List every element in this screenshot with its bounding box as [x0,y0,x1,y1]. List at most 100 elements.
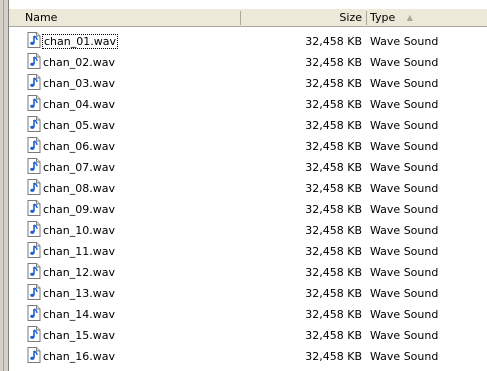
file-size: 32,458 KB [305,329,362,342]
file-type: Wave Sound [370,308,439,321]
file-size: 32,458 KB [305,161,362,174]
file-size: 32,458 KB [305,35,362,48]
file-row[interactable]: chan_15.wav 32,458 KB Wave Sound [9,325,487,346]
file-size: 32,458 KB [305,182,362,195]
file-row[interactable]: chan_14.wav 32,458 KB Wave Sound [9,304,487,325]
file-size: 32,458 KB [305,98,362,111]
file-size: 32,458 KB [305,308,362,321]
file-row[interactable]: chan_09.wav 32,458 KB Wave Sound [9,199,487,220]
wave-sound-file-icon [27,32,41,48]
file-row[interactable]: chan_12.wav 32,458 KB Wave Sound [9,262,487,283]
file-type: Wave Sound [370,287,439,300]
file-name-cell[interactable]: chan_02.wav [27,52,115,73]
file-name: chan_06.wav [43,140,115,153]
file-row[interactable]: chan_07.wav 32,458 KB Wave Sound [9,157,487,178]
file-type: Wave Sound [370,329,439,342]
column-header-bar: Name Size Type ▲ [9,8,487,27]
file-type: Wave Sound [370,56,439,69]
wave-sound-file-icon [27,74,41,90]
file-rows: chan_01.wav 32,458 KB Wave Sound chan_02.wa… [9,31,487,367]
file-name: chan_14.wav [43,308,115,321]
file-type: Wave Sound [370,161,439,174]
file-name: chan_09.wav [43,203,115,216]
file-row[interactable]: chan_01.wav 32,458 KB Wave Sound [9,31,487,52]
file-name: chan_10.wav [43,224,115,237]
file-name-cell[interactable]: chan_12.wav [27,262,115,283]
file-size: 32,458 KB [305,56,362,69]
file-name: chan_03.wav [43,77,115,90]
file-name-cell[interactable]: chan_04.wav [27,94,115,115]
wave-sound-file-icon [27,326,41,342]
file-name-cell[interactable]: chan_15.wav [27,325,115,346]
file-name-cell[interactable]: chan_05.wav [27,115,115,136]
file-name-cell[interactable]: chan_09.wav [27,199,115,220]
file-type: Wave Sound [370,140,439,153]
file-name-cell[interactable]: chan_16.wav [27,346,115,367]
file-row[interactable]: chan_02.wav 32,458 KB Wave Sound [9,52,487,73]
file-name: chan_08.wav [43,182,115,195]
wave-sound-file-icon [27,116,41,132]
column-header-name-label: Name [25,11,58,24]
wave-sound-file-icon [27,347,41,363]
wave-sound-file-icon [27,53,41,69]
file-name-cell[interactable]: chan_10.wav [27,220,115,241]
file-type: Wave Sound [370,245,439,258]
wave-sound-file-icon [27,263,41,279]
wave-sound-file-icon [27,158,41,174]
file-size: 32,458 KB [305,245,362,258]
file-size: 32,458 KB [305,287,362,300]
column-header-size-label: Size [339,11,362,24]
file-name-cell[interactable]: chan_13.wav [27,283,115,304]
file-row[interactable]: chan_10.wav 32,458 KB Wave Sound [9,220,487,241]
file-row[interactable]: chan_03.wav 32,458 KB Wave Sound [9,73,487,94]
file-name: chan_07.wav [43,161,115,174]
file-name: chan_04.wav [43,98,115,111]
file-type: Wave Sound [370,350,439,363]
file-size: 32,458 KB [305,266,362,279]
file-row[interactable]: chan_08.wav 32,458 KB Wave Sound [9,178,487,199]
file-list-view: Name Size Type ▲ chan_01.wav 32,458 KB Wav… [0,0,487,371]
file-name-cell[interactable]: chan_11.wav [27,241,115,262]
file-type: Wave Sound [370,98,439,111]
file-row[interactable]: chan_06.wav 32,458 KB Wave Sound [9,136,487,157]
file-name-cell[interactable]: chan_07.wav [27,157,115,178]
file-type: Wave Sound [370,119,439,132]
file-name: chan_12.wav [43,266,115,279]
column-header-type[interactable]: Type ▲ [367,9,487,27]
wave-sound-file-icon [27,137,41,153]
column-header-name[interactable]: Name [9,9,241,27]
file-row[interactable]: chan_11.wav 32,458 KB Wave Sound [9,241,487,262]
column-header-size[interactable]: Size [241,9,367,27]
file-type: Wave Sound [370,224,439,237]
file-row[interactable]: chan_05.wav 32,458 KB Wave Sound [9,115,487,136]
file-name: chan_11.wav [43,245,115,258]
file-row[interactable]: chan_04.wav 32,458 KB Wave Sound [9,94,487,115]
file-size: 32,458 KB [305,119,362,132]
column-header-type-label: Type [370,11,396,24]
file-name: chan_01.wav [42,34,118,49]
file-name-cell[interactable]: chan_08.wav [27,178,115,199]
file-type: Wave Sound [370,35,439,48]
file-row[interactable]: chan_13.wav 32,458 KB Wave Sound [9,283,487,304]
file-size: 32,458 KB [305,140,362,153]
file-row[interactable]: chan_16.wav 32,458 KB Wave Sound [9,346,487,367]
file-type: Wave Sound [370,77,439,90]
file-name: chan_13.wav [43,287,115,300]
file-name-cell[interactable]: chan_06.wav [27,136,115,157]
file-name-cell[interactable]: chan_14.wav [27,304,115,325]
file-name: chan_02.wav [43,56,115,69]
wave-sound-file-icon [27,221,41,237]
wave-sound-file-icon [27,242,41,258]
wave-sound-file-icon [27,305,41,321]
file-name-cell[interactable]: chan_03.wav [27,73,115,94]
file-size: 32,458 KB [305,203,362,216]
wave-sound-file-icon [27,284,41,300]
file-name: chan_15.wav [43,329,115,342]
file-type: Wave Sound [370,203,439,216]
file-size: 32,458 KB [305,350,362,363]
file-name-cell[interactable]: chan_01.wav [27,31,118,52]
file-name: chan_16.wav [43,350,115,363]
wave-sound-file-icon [27,95,41,111]
left-pane-edge [0,0,9,371]
file-type: Wave Sound [370,266,439,279]
